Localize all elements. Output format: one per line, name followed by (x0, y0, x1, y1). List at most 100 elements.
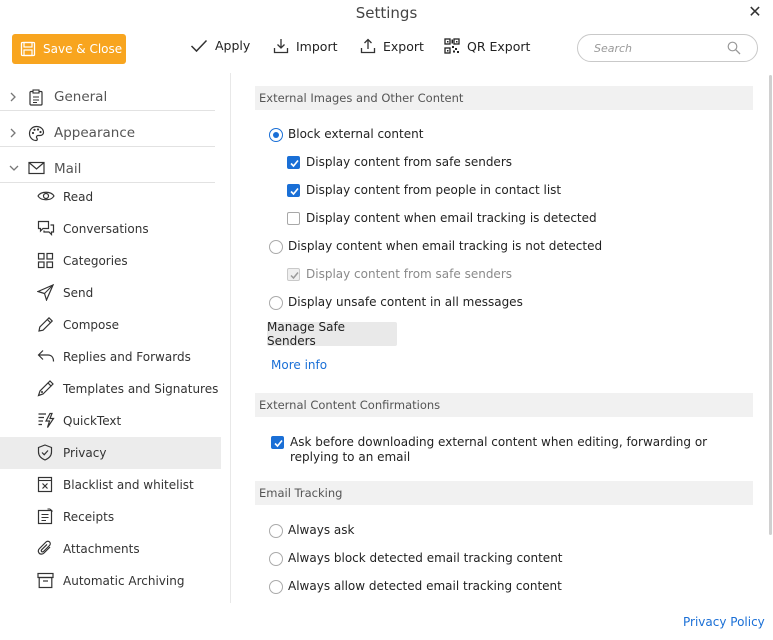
sidebar-section-mail[interactable]: Mail (0, 155, 215, 183)
reply-icon (37, 350, 55, 362)
mail-icon (28, 161, 45, 175)
sidebar-section-label: Appearance (54, 125, 136, 141)
archive-icon (37, 572, 54, 589)
sidebar-item-conversations[interactable]: Conversations (0, 213, 221, 245)
checkmark-icon (290, 159, 299, 168)
radio-button-selected[interactable] (269, 128, 283, 142)
paperclip-icon (37, 540, 51, 555)
export-button[interactable]: Export (360, 38, 424, 54)
checkmark-icon (290, 272, 299, 280)
option-label: Display content when email tracking is n… (288, 239, 603, 253)
sidebar-section-general[interactable]: General (0, 83, 215, 111)
privacy-policy-link[interactable]: Privacy Policy (683, 615, 765, 629)
sidebar-item-label: Read (63, 190, 94, 204)
always-ask-radio[interactable]: Always ask (269, 523, 354, 538)
save-close-button[interactable]: Save & Close (12, 34, 126, 64)
close-icon[interactable]: ✕ (745, 2, 765, 21)
sidebar-item-receipts[interactable]: Receipts (0, 501, 221, 533)
apply-label: Apply (215, 38, 251, 53)
privacy-settings-panel: External Images and Other Content Block … (231, 73, 773, 640)
receipt-icon (37, 508, 53, 525)
option-label: Always block detected email tracking con… (288, 551, 563, 565)
option-label: Ask before downloading external content … (290, 435, 708, 464)
option-label: Always ask (288, 523, 355, 537)
sidebar-item-label: Replies and Forwards (63, 350, 191, 364)
checkmark-icon (274, 439, 283, 448)
tracking-not-detected-radio[interactable]: Display content when email tracking is n… (269, 239, 602, 254)
sidebar-item-read[interactable]: Read (0, 181, 221, 213)
safe-senders-disabled-checkbox: Display content from safe senders (287, 267, 512, 282)
checkbox-checked[interactable] (287, 184, 300, 197)
contact-list-checkbox[interactable]: Display content from people in contact l… (287, 183, 561, 198)
chevron-right-icon (10, 92, 16, 102)
sidebar-item-label: Privacy (63, 446, 107, 460)
scrollbar[interactable] (769, 75, 772, 535)
option-label: Display content from safe senders (306, 267, 512, 281)
radio-button[interactable] (269, 580, 283, 594)
search-input[interactable] (594, 40, 724, 56)
option-label: Always allow detected email tracking con… (288, 579, 562, 593)
sidebar-item-templates-signatures[interactable]: Templates and Signatures (0, 373, 221, 405)
sidebar-item-label: Automatic Archiving (63, 574, 185, 588)
toolbar: Save & Close Apply Import Export QR Expo… (0, 30, 773, 70)
safe-senders-checkbox[interactable]: Display content from safe senders (287, 155, 512, 170)
sidebar-item-attachments[interactable]: Attachments (0, 533, 221, 565)
sidebar-item-label: Blacklist and whitelist (63, 478, 194, 492)
send-icon (37, 284, 54, 301)
pencil-icon (38, 316, 54, 332)
option-label: Display content from people in contact l… (306, 183, 562, 197)
sidebar-item-quicktext[interactable]: QuickText (0, 405, 221, 437)
import-button[interactable]: Import (273, 38, 338, 54)
qr-export-button[interactable]: QR Export (444, 38, 530, 54)
checkbox-checked[interactable] (287, 156, 300, 169)
eye-icon (37, 191, 55, 201)
clipboard-icon (29, 89, 43, 106)
sidebar-section-appearance[interactable]: Appearance (0, 119, 215, 147)
apply-button[interactable]: Apply (190, 38, 250, 53)
sidebar-item-automatic-archiving[interactable]: Automatic Archiving (0, 565, 221, 597)
radio-button[interactable] (269, 296, 283, 310)
sidebar-item-label: Conversations (63, 222, 149, 236)
export-label: Export (383, 38, 424, 54)
unsafe-all-radio[interactable]: Display unsafe content in all messages (269, 295, 523, 310)
export-icon (360, 38, 376, 54)
sidebar-item-send[interactable]: Send (0, 277, 221, 309)
checkmark-icon (290, 187, 299, 196)
checkbox-checked[interactable] (271, 436, 284, 449)
import-icon (273, 39, 289, 54)
search-icon[interactable] (727, 41, 741, 55)
conversations-icon (37, 220, 55, 236)
tracking-detected-checkbox[interactable]: Display content when email tracking is d… (287, 211, 597, 226)
always-block-radio[interactable]: Always block detected email tracking con… (269, 551, 563, 566)
manage-safe-senders-button[interactable]: Manage Safe Senders (267, 320, 397, 348)
signature-icon (37, 380, 54, 397)
radio-button[interactable] (269, 552, 283, 566)
sidebar-item-blacklist-whitelist[interactable]: Blacklist and whitelist (0, 469, 221, 501)
more-info-link[interactable]: More info (271, 358, 327, 372)
sidebar-item-categories[interactable]: Categories (0, 245, 221, 277)
sidebar-item-label: Receipts (63, 510, 115, 524)
radio-button[interactable] (269, 524, 283, 538)
sidebar-item-label: Compose (63, 318, 120, 332)
search-box[interactable] (577, 34, 758, 62)
option-label: Display content when email tracking is d… (306, 211, 597, 225)
sidebar-item-label: Categories (63, 254, 128, 268)
shield-icon (37, 444, 53, 461)
checkbox-disabled-checked (287, 268, 300, 281)
sidebar-item-replies-forwards[interactable]: Replies and Forwards (0, 341, 221, 373)
group-heading: External Images and Other Content (259, 91, 464, 105)
window-title: Settings (355, 4, 418, 22)
checkbox-unchecked[interactable] (287, 212, 300, 225)
checkmark-icon (190, 39, 208, 52)
sidebar-item-compose[interactable]: Compose (0, 309, 221, 341)
always-allow-radio[interactable]: Always allow detected email tracking con… (269, 579, 562, 594)
title-bar: Settings ✕ (0, 0, 773, 26)
ask-before-download-checkbox[interactable]: Ask before downloading external content … (271, 435, 741, 465)
sidebar-item-privacy[interactable]: Privacy (0, 437, 221, 469)
radio-button[interactable] (269, 240, 283, 254)
chevron-right-icon (10, 128, 16, 138)
option-label: Display content from safe senders (306, 155, 512, 169)
categories-icon (37, 252, 54, 269)
sidebar-item-label: Send (63, 286, 94, 300)
block-external-radio[interactable]: Block external content (269, 127, 423, 142)
